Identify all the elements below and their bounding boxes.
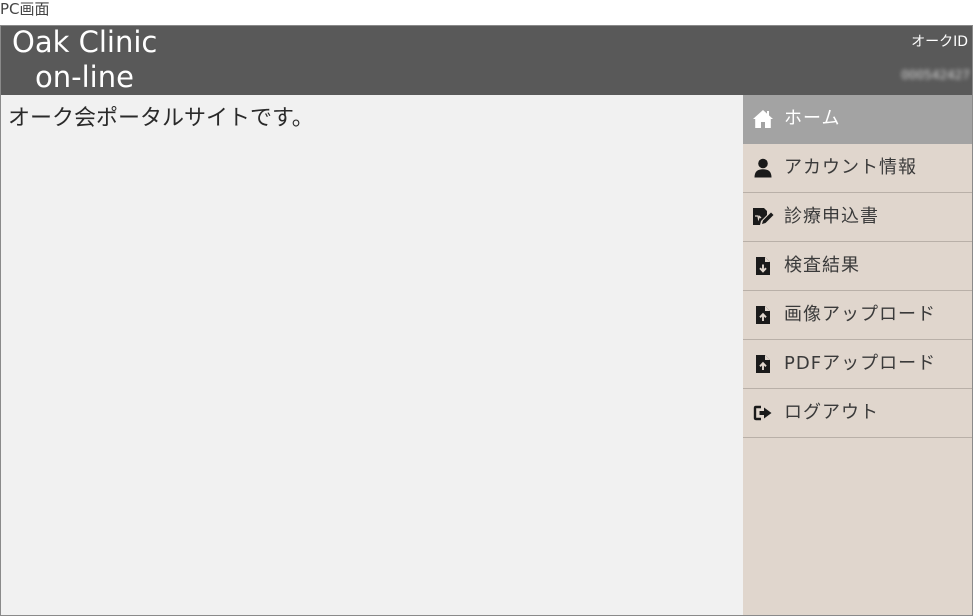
sidebar-item-label: 診療申込書 [784,206,879,227]
sidebar-item-label: PDFアップロード [784,353,937,374]
oak-id-label: オークID [911,34,968,50]
sidebar-item-label: ホーム [784,108,841,129]
sidebar-item-home[interactable]: ホーム [743,95,972,144]
app-frame: Oak Clinic on-line オークID 000542427 オーク会ポ… [0,25,973,616]
file-upload-icon [752,304,774,326]
sidebar-item-application[interactable]: 診療申込書 [743,193,972,242]
site-logo-line1[interactable]: Oak Clinic [12,26,157,59]
home-icon [752,108,774,130]
sidebar-item-label: アカウント情報 [784,157,917,178]
oak-id-value: 000542427 [901,68,970,82]
welcome-message: オーク会ポータルサイトです。 [8,106,314,131]
user-icon [752,157,774,179]
sidebar-item-pdf-upload[interactable]: PDFアップロード [743,340,972,389]
sidebar-item-image-upload[interactable]: 画像アップロード [743,291,972,340]
file-download-icon [752,255,774,277]
sidebar-nav: ホーム アカウント情報 診療申込書 検査結果 画像アップロード PDFアップロー… [743,95,972,615]
sidebar-item-results[interactable]: 検査結果 [743,242,972,291]
main-content: オーク会ポータルサイトです。 [1,95,743,615]
header: Oak Clinic on-line オークID 000542427 [1,26,972,95]
edit-document-icon [752,206,774,228]
sidebar-item-label: 画像アップロード [784,304,936,325]
logout-icon [752,402,774,424]
screen-caption: PC画面 [0,0,50,18]
sidebar-item-label: ログアウト [784,402,879,423]
site-logo-line2[interactable]: on-line [35,61,134,94]
sidebar-item-account[interactable]: アカウント情報 [743,144,972,193]
sidebar-item-label: 検査結果 [784,255,860,276]
sidebar-item-logout[interactable]: ログアウト [743,389,972,438]
file-upload-icon [752,353,774,375]
